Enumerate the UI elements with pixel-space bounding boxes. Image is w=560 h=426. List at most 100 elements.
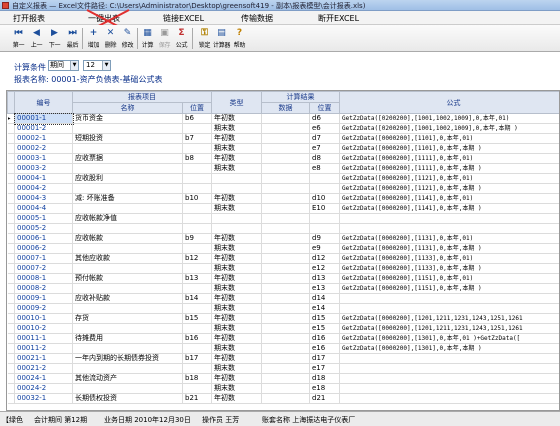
table-row[interactable]: 00024-1 其他流动资产 b18 年初数 d18 bbox=[7, 373, 559, 384]
calculate-button[interactable]: ▦ 计算 bbox=[139, 26, 156, 51]
cell-name[interactable] bbox=[72, 223, 183, 234]
cell-name[interactable] bbox=[72, 263, 183, 274]
cell-name[interactable]: 预付帐款 bbox=[72, 273, 183, 284]
row-selector[interactable] bbox=[7, 343, 15, 354]
cell-result_position[interactable]: e6 bbox=[309, 123, 340, 134]
table-row[interactable]: 00004-4 期末数 E10 GetZzData([0000200],[1141],… bbox=[7, 203, 559, 214]
delete-button[interactable]: ✕ 删除 bbox=[102, 26, 119, 51]
cell-code[interactable]: 00011-2 bbox=[14, 343, 73, 354]
cell-type[interactable]: 年初数 bbox=[211, 393, 262, 404]
row-selector[interactable] bbox=[7, 263, 15, 274]
row-selector[interactable] bbox=[7, 253, 15, 264]
cell-position[interactable] bbox=[182, 223, 212, 234]
row-selector[interactable] bbox=[7, 323, 15, 334]
cell-position[interactable] bbox=[182, 143, 212, 154]
row-selector[interactable] bbox=[7, 283, 15, 294]
cell-position[interactable] bbox=[182, 183, 212, 194]
cell-formula[interactable] bbox=[339, 393, 559, 404]
cell-position[interactable]: b12 bbox=[182, 253, 212, 264]
table-row[interactable]: 00007-1 其他应收款 b12 年初数 d12 GetZzData([0000200]… bbox=[7, 253, 559, 264]
cell-name[interactable] bbox=[72, 343, 183, 354]
cell-type[interactable]: 期末数 bbox=[211, 283, 262, 294]
cell-code[interactable]: 00024-2 bbox=[14, 383, 73, 394]
row-selector[interactable] bbox=[7, 153, 15, 164]
cell-type[interactable]: 年初数 bbox=[211, 333, 262, 344]
report-grid[interactable]: 编号 报表项目 类型 计算结果 公式 名称 位置 数据 位置 ▸ 00001-1 货… bbox=[6, 90, 560, 411]
cell-code[interactable]: 00002-1 bbox=[14, 133, 73, 144]
cell-data[interactable] bbox=[261, 173, 310, 184]
cell-name[interactable]: 存货 bbox=[72, 313, 183, 324]
cell-code[interactable]: 00002-2 bbox=[14, 143, 73, 154]
cell-data[interactable] bbox=[261, 293, 310, 304]
cell-data[interactable] bbox=[261, 113, 310, 124]
table-row[interactable]: 00005-2 bbox=[7, 223, 559, 234]
table-row[interactable]: 00024-2 期末数 e18 bbox=[7, 383, 559, 394]
help-button[interactable]: ? 帮助 bbox=[231, 26, 248, 51]
cell-data[interactable] bbox=[261, 243, 310, 254]
cell-data[interactable] bbox=[261, 383, 310, 394]
row-selector[interactable]: ▸ bbox=[7, 113, 15, 124]
cell-type[interactable]: 年初数 bbox=[211, 193, 262, 204]
cell-data[interactable] bbox=[261, 273, 310, 284]
column-header-formula[interactable]: 公式 bbox=[339, 91, 559, 114]
cell-position[interactable]: b6 bbox=[182, 113, 212, 124]
cell-formula[interactable] bbox=[339, 293, 559, 304]
cell-data[interactable] bbox=[261, 133, 310, 144]
cell-name[interactable]: 货币资金 bbox=[72, 113, 183, 124]
table-row[interactable]: 00002-2 期末数 e7 GetZzData([0000200],[1101],0… bbox=[7, 143, 559, 154]
cell-result_position[interactable]: e9 bbox=[309, 243, 340, 254]
cell-position[interactable] bbox=[182, 303, 212, 314]
cell-name[interactable] bbox=[72, 203, 183, 214]
column-header-result-position[interactable]: 位置 bbox=[309, 102, 340, 114]
row-selector[interactable] bbox=[7, 303, 15, 314]
cell-data[interactable] bbox=[261, 163, 310, 174]
cell-position[interactable]: b8 bbox=[182, 153, 212, 164]
cell-name[interactable] bbox=[72, 143, 183, 154]
table-row[interactable]: 00004-2 GetZzData([0000200],[1121],0,本年,本… bbox=[7, 183, 559, 194]
cell-data[interactable] bbox=[261, 183, 310, 194]
cell-type[interactable]: 年初数 bbox=[211, 313, 262, 324]
cell-name[interactable]: 待摊费用 bbox=[72, 333, 183, 344]
cell-type[interactable]: 期末数 bbox=[211, 383, 262, 394]
cell-code[interactable]: 00004-3 bbox=[14, 193, 73, 204]
row-selector[interactable] bbox=[7, 363, 15, 374]
cell-formula[interactable]: GetZzData([0000200],[1121],0,本年,本期 ) bbox=[339, 183, 559, 194]
cell-name[interactable]: 其他流动资产 bbox=[72, 373, 183, 384]
cell-formula[interactable]: GetZzData([0000200],[1121],0,本年,01) bbox=[339, 173, 559, 184]
cell-position[interactable]: b21 bbox=[182, 393, 212, 404]
cell-result_position[interactable]: e7 bbox=[309, 143, 340, 154]
calculator-button[interactable]: ▤ 计算器 bbox=[213, 26, 230, 51]
cell-name[interactable] bbox=[72, 183, 183, 194]
cell-name[interactable] bbox=[72, 303, 183, 314]
cell-result_position[interactable]: e13 bbox=[309, 283, 340, 294]
cell-formula[interactable]: GetZzData([0000200],[1141],0,本年,01) bbox=[339, 193, 559, 204]
cell-code[interactable]: 00003-2 bbox=[14, 163, 73, 174]
cell-position[interactable]: b9 bbox=[182, 233, 212, 244]
cell-code[interactable]: 00009-1 bbox=[14, 293, 73, 304]
cell-code[interactable]: 00006-1 bbox=[14, 233, 73, 244]
column-header-position[interactable]: 位置 bbox=[182, 102, 212, 114]
table-row[interactable]: 00008-2 期末数 e13 GetZzData([0000200],[1151],… bbox=[7, 283, 559, 294]
cell-name[interactable]: 应收帐款净值 bbox=[72, 213, 183, 224]
cell-result_position[interactable]: d12 bbox=[309, 253, 340, 264]
cell-type[interactable]: 年初数 bbox=[211, 233, 262, 244]
cell-formula[interactable] bbox=[339, 373, 559, 384]
cell-data[interactable] bbox=[261, 263, 310, 274]
cell-formula[interactable]: GetZzData([0000200],[1111],0,本年,本期 ) bbox=[339, 163, 559, 174]
cell-code[interactable]: 00004-1 bbox=[14, 173, 73, 184]
cell-name[interactable]: 一年内到期的长期债券投资 bbox=[72, 353, 183, 364]
prev-record-button[interactable]: ◀ 上一 bbox=[28, 26, 45, 51]
cell-code[interactable]: 00004-4 bbox=[14, 203, 73, 214]
cell-formula[interactable]: GetZzData([0000200],[1151],0,本年,01) bbox=[339, 273, 559, 284]
table-row[interactable]: 00009-1 应收补贴款 b14 年初数 d14 bbox=[7, 293, 559, 304]
row-selector[interactable] bbox=[7, 193, 15, 204]
row-selector[interactable] bbox=[7, 243, 15, 254]
cell-type[interactable]: 年初数 bbox=[211, 253, 262, 264]
cell-result_position[interactable]: d8 bbox=[309, 153, 340, 164]
cell-name[interactable] bbox=[72, 323, 183, 334]
cell-type[interactable]: 年初数 bbox=[211, 133, 262, 144]
last-record-button[interactable]: ⏭ 最后 bbox=[64, 26, 81, 51]
cell-result_position[interactable]: e18 bbox=[309, 383, 340, 394]
cell-name[interactable]: 减: 坏账准备 bbox=[72, 193, 183, 204]
cell-code[interactable]: 00024-1 bbox=[14, 373, 73, 384]
